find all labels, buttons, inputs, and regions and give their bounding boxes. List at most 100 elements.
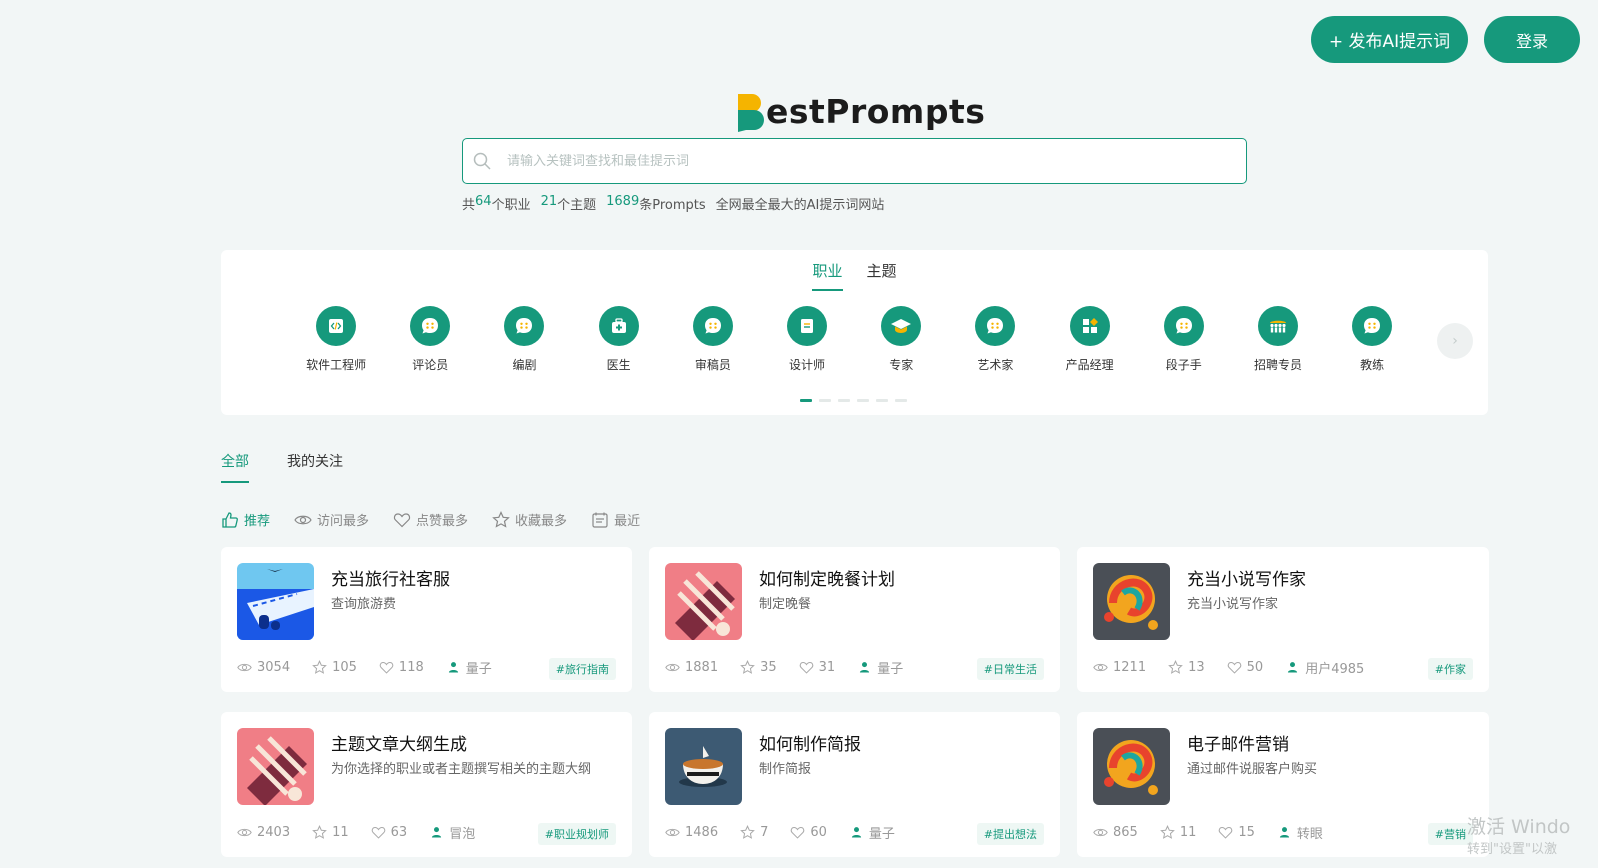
carousel-dot[interactable]	[800, 399, 812, 402]
user-icon	[851, 827, 862, 838]
chat-icon	[1352, 306, 1393, 346]
sort-bar: 推荐 访问最多 点赞最多 收藏最多 最近	[221, 510, 640, 529]
tab-jobs[interactable]: 职业	[812, 260, 843, 291]
card-description: 通过邮件说服客户购买	[1187, 762, 1318, 777]
category-item[interactable]: 艺术家	[948, 306, 1042, 373]
category-item[interactable]: 专家	[854, 306, 948, 373]
stars-count[interactable]: 105	[312, 660, 357, 675]
heart-icon	[1227, 661, 1241, 674]
star-icon	[1168, 660, 1183, 674]
prompt-card[interactable]: 电子邮件营销 通过邮件说服客户购买 865 11 15 转眼 #营销	[1077, 712, 1489, 857]
search-icon	[473, 152, 491, 170]
likes-count[interactable]: 63	[371, 825, 407, 840]
card-meta: 3054 105 118 量子	[237, 658, 492, 677]
carousel-next-button[interactable]: ›	[1437, 323, 1473, 359]
stars-count[interactable]: 11	[1159, 825, 1196, 840]
card-author[interactable]: 量子	[446, 658, 492, 677]
stars-count[interactable]: 7	[740, 825, 768, 840]
site-logo[interactable]: estPrompts	[736, 90, 985, 132]
site-stats: 共 64 个职业 21 个主题 1689 条Prompts 全网最全最大的AI提…	[462, 194, 884, 213]
card-author[interactable]: 冒泡	[429, 823, 475, 842]
sort-label: 访问最多	[317, 514, 370, 529]
carousel-dot[interactable]	[895, 399, 907, 402]
carousel-dot[interactable]	[838, 399, 850, 402]
card-author[interactable]: 量子	[849, 823, 895, 842]
likes-count[interactable]: 118	[379, 660, 424, 675]
likes-count[interactable]: 50	[1227, 660, 1264, 675]
card-tag[interactable]: #旅行指南	[548, 658, 616, 680]
card-description: 查询旅游费	[331, 597, 397, 612]
card-description: 充当小说写作家	[1187, 597, 1279, 612]
category-item[interactable]: 审稿员	[666, 306, 760, 373]
sort-recommended[interactable]: 推荐	[221, 510, 270, 529]
sort-label: 推荐	[244, 514, 271, 529]
sort-most-liked[interactable]: 点赞最多	[393, 510, 468, 529]
category-label: 招聘专员	[1253, 358, 1302, 372]
topics-label: 个主题	[557, 198, 597, 213]
card-title: 充当旅行社客服	[331, 570, 450, 590]
category-item[interactable]: 编剧	[477, 306, 571, 373]
carousel-dot[interactable]	[857, 399, 869, 402]
tab-topics[interactable]: 主题	[867, 260, 897, 291]
views-count: 1881	[665, 660, 718, 675]
prompt-card[interactable]: 如何制定晚餐计划 制定晚餐 1881 35 31 量子 #日常生活	[649, 547, 1060, 692]
category-item[interactable]: 教练	[1325, 306, 1419, 373]
carousel-dot[interactable]	[819, 399, 831, 402]
likes-count[interactable]: 15	[1218, 825, 1255, 840]
graduation-cap-icon	[881, 306, 922, 346]
card-tag[interactable]: #提出想法	[976, 823, 1044, 845]
eye-icon	[237, 663, 252, 672]
author-name: 冒泡	[449, 827, 476, 842]
carousel-dot[interactable]	[876, 399, 888, 402]
tab-all[interactable]: 全部	[221, 451, 249, 483]
views-value: 1486	[685, 825, 719, 840]
likes-count[interactable]: 60	[790, 825, 827, 840]
sort-most-starred[interactable]: 收藏最多	[492, 510, 567, 529]
category-label: 专家	[889, 358, 914, 372]
card-author[interactable]: 转眼	[1277, 823, 1323, 842]
category-item[interactable]: 软件工程师	[289, 306, 383, 373]
sort-most-visited[interactable]: 访问最多	[294, 510, 369, 529]
likes-value: 31	[818, 660, 836, 675]
prompt-card[interactable]: 充当小说写作家 充当小说写作家 1211 13 50 用户4985 #作家	[1077, 547, 1489, 692]
tab-following[interactable]: 我的关注	[287, 451, 343, 483]
jobs-count: 64	[475, 194, 492, 209]
author-name: 用户4985	[1305, 662, 1365, 677]
author-name: 转眼	[1296, 827, 1323, 842]
search-input[interactable]	[507, 153, 1207, 169]
card-meta: 865 11 15 转眼	[1093, 823, 1323, 842]
card-thumbnail	[237, 728, 314, 805]
likes-value: 118	[398, 660, 424, 675]
search-bar[interactable]	[462, 138, 1247, 184]
stars-count[interactable]: 35	[740, 660, 777, 675]
category-item[interactable]: 招聘专员	[1231, 306, 1325, 373]
likes-value: 50	[1246, 660, 1264, 675]
category-item[interactable]: 设计师	[760, 306, 854, 373]
eye-icon	[1093, 828, 1108, 837]
prompts-label: 条Prompts	[639, 198, 706, 213]
prompt-card[interactable]: 主题文章大纲生成 为你选择的职业或者主题撰写相关的主题大纲 2403 11 63 冒泡 #职…	[221, 712, 632, 857]
document-icon	[787, 306, 828, 346]
prompt-card[interactable]: 充当旅行社客服 查询旅游费 3054 105 118 量子 #旅行指南	[221, 547, 632, 692]
prompt-card[interactable]: 如何制作简报 制作简报 1486 7 60 量子 #提出想法	[649, 712, 1060, 857]
publish-prompt-button[interactable]: + 发布AI提示词	[1311, 16, 1468, 63]
logo-text: estPrompts	[766, 91, 986, 131]
sort-recent[interactable]: 最近	[591, 510, 640, 529]
login-button[interactable]: 登录	[1484, 16, 1580, 63]
user-icon	[432, 827, 442, 838]
card-tag[interactable]: #职业规划师	[537, 823, 616, 845]
category-item[interactable]: 产品经理	[1043, 306, 1137, 373]
category-item[interactable]: 评论员	[383, 306, 477, 373]
category-item[interactable]: 段子手	[1137, 306, 1231, 373]
card-tag[interactable]: #日常生活	[976, 658, 1044, 680]
likes-count[interactable]: 31	[799, 660, 836, 675]
card-title: 充当小说写作家	[1187, 570, 1306, 590]
stars-count[interactable]: 13	[1168, 660, 1205, 675]
category-label: 审稿员	[694, 358, 731, 372]
card-tag[interactable]: #作家	[1427, 658, 1473, 680]
card-author[interactable]: 量子	[857, 658, 903, 677]
card-author[interactable]: 用户4985	[1285, 658, 1364, 677]
stars-count[interactable]: 11	[312, 825, 349, 840]
category-item[interactable]: 医生	[572, 306, 666, 373]
chat-icon	[504, 306, 545, 346]
